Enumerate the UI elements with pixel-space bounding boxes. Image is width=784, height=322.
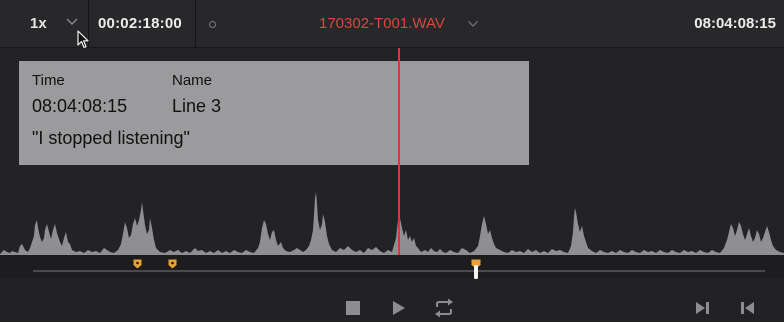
- marker-name-value: Line 3: [172, 96, 222, 116]
- playback-speed-label: 1x: [30, 15, 47, 32]
- timeline-scrub-bar[interactable]: [33, 270, 765, 272]
- transport-controls: [0, 278, 784, 322]
- sync-indicator-icon: [209, 21, 216, 28]
- current-timecode-value: 00:02:18:00: [98, 15, 182, 32]
- viewer-toolbar: 1x 00:02:18:00 170302-T001.WAV 08:04:08:…: [0, 0, 784, 49]
- marker-info-panel: Time Name 08:04:08:15 Line 3 "I stopped …: [19, 61, 529, 165]
- marker-time-value: 08:04:08:15: [32, 96, 128, 116]
- marker-flag-icon[interactable]: [168, 259, 177, 269]
- play-icon[interactable]: [392, 298, 406, 318]
- source-timecode: 08:04:08:15: [694, 15, 776, 32]
- audio-waveform: [0, 192, 784, 255]
- time-column-header: Time: [32, 72, 65, 89]
- playback-speed-dropdown[interactable]: 1x: [0, 0, 89, 49]
- audio-viewer: 1x 00:02:18:00 170302-T001.WAV 08:04:08:…: [0, 0, 784, 322]
- loop-icon[interactable]: [433, 298, 455, 318]
- clip-name[interactable]: 170302-T001.WAV: [319, 15, 445, 32]
- skip-to-start-icon[interactable]: [739, 298, 755, 318]
- playhead-handle[interactable]: [471, 259, 481, 280]
- marker-track[interactable]: [0, 254, 784, 278]
- playhead-line[interactable]: [398, 48, 400, 255]
- current-timecode[interactable]: 00:02:18:00: [89, 0, 196, 47]
- name-column-header: Name: [172, 72, 213, 89]
- skip-to-end-icon[interactable]: [695, 298, 711, 318]
- stop-icon[interactable]: [345, 298, 361, 318]
- chevron-down-icon[interactable]: [467, 17, 479, 35]
- marker-flag-icon[interactable]: [133, 259, 142, 269]
- marker-note: "I stopped listening": [32, 128, 190, 148]
